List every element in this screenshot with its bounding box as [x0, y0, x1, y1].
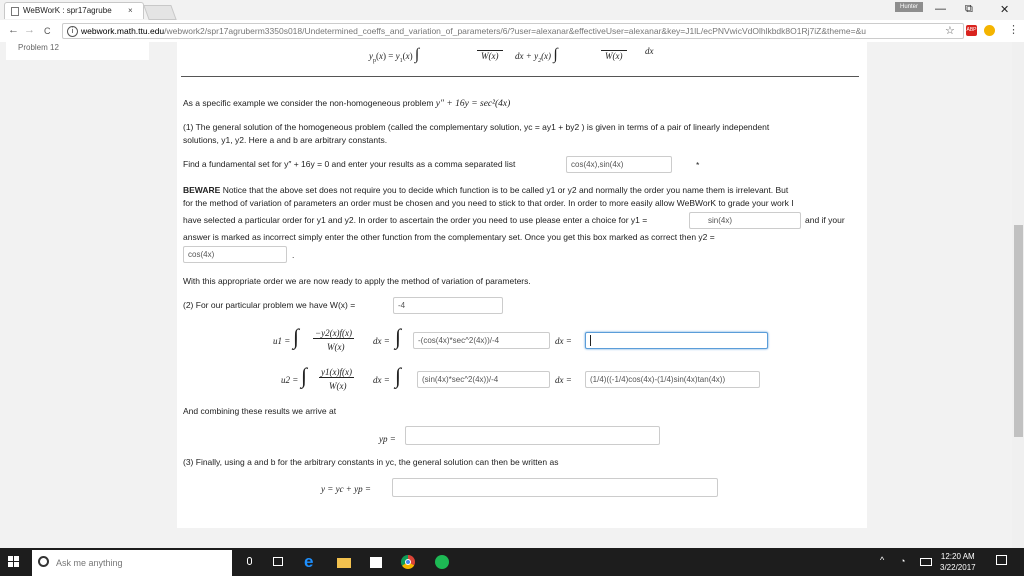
bookmark-star-icon[interactable]: ☆ [945, 24, 955, 37]
period: . [292, 250, 295, 260]
u1-dx-eq2: dx = [555, 336, 572, 346]
intro-prefix: As a specific example we consider the no… [183, 98, 434, 108]
keyboard-icon[interactable] [920, 558, 932, 566]
profile-badge[interactable]: Hunter [895, 2, 923, 12]
general-solution-input[interactable] [392, 478, 718, 497]
sidebar: Problem 12 [6, 42, 149, 60]
yp-label: yp = [379, 434, 396, 444]
reload-icon[interactable]: C [44, 26, 51, 36]
wronskian-input[interactable]: -4 [393, 297, 503, 314]
y2-input[interactable]: cos(4x) [183, 246, 287, 263]
spotify-icon[interactable] [434, 554, 450, 570]
beware-text-1: Notice that the above set does not requi… [222, 185, 789, 195]
clock-date: 3/22/2017 [940, 563, 976, 572]
part1-line2: solutions, y1, y2. Here a and b are arbi… [183, 135, 388, 145]
cortana-icon [38, 556, 49, 567]
intro-text: As a specific example we consider the no… [183, 98, 510, 109]
u1-dx-eq: dx = [373, 336, 390, 346]
formula-dx: dx [645, 46, 654, 56]
integral-sign-3: ∫ [301, 363, 308, 388]
u1-label: u1 = [273, 336, 291, 346]
integral-sign-1: ∫ [293, 324, 300, 349]
u1-integrand-input[interactable]: -(cos(4x)*sec^2(4x))/-4 [413, 332, 550, 349]
yp-input[interactable] [405, 426, 660, 445]
w-denominator-2: W(x) [601, 50, 627, 61]
general-solution-label: y = yc + yp = [321, 484, 371, 494]
u2-label: u2 = [281, 375, 299, 385]
close-button[interactable]: ✕ [1000, 3, 1009, 16]
browser-tab[interactable]: WeBWorK : spr17agrube × [4, 2, 144, 19]
url-text: webwork.math.ttu.edu/webwork2/spr17agrub… [81, 26, 941, 36]
minimize-button[interactable]: — [935, 3, 946, 15]
beware-line2: for the method of variation of parameter… [183, 198, 794, 208]
part2-text: (2) For our particular problem we have W… [183, 300, 356, 310]
clock-time: 12:20 AM [940, 552, 975, 561]
search-placeholder: Ask me anything [56, 558, 123, 568]
extension-icon[interactable] [984, 25, 995, 36]
beware-line4: answer is marked as incorrect simply ent… [183, 232, 715, 242]
new-tab-button[interactable] [143, 5, 177, 20]
url-path: /webwork2/spr17agruberm3350s018/Undeterm… [164, 26, 866, 36]
y1-input[interactable]: sin(4x) [689, 212, 801, 229]
ready-text: With this appropriate order we are now r… [183, 276, 531, 286]
back-icon[interactable]: ← [8, 24, 19, 36]
part3-text: (3) Finally, using a and b for the arbit… [183, 457, 559, 467]
u1-result-input[interactable] [585, 332, 768, 349]
info-icon[interactable]: i [67, 26, 78, 37]
browser-menu-icon[interactable]: ⋮ [1008, 23, 1019, 36]
answer-mark: * [696, 160, 700, 170]
u2-dx-eq: dx = [373, 375, 390, 385]
u2-integrand-input[interactable]: (sin(4x)*sec^2(4x))/-4 [417, 371, 550, 388]
microphone-icon[interactable] [242, 554, 258, 570]
edge-browser-icon[interactable]: e [304, 553, 320, 570]
u1-numerator: −y2(x)f(x) [313, 328, 355, 339]
chrome-icon[interactable] [400, 554, 416, 570]
divider [181, 76, 859, 77]
integral-sign-2: ∫ [395, 324, 402, 349]
u2-numerator: y1(x)f(x) [319, 367, 354, 378]
u2-dx-eq2: dx = [555, 375, 572, 385]
integral-sign-4: ∫ [395, 363, 402, 388]
windows-start-icon[interactable] [8, 556, 20, 568]
scrollbar-thumb[interactable] [1014, 225, 1023, 437]
w-denominator-1: W(x) [477, 50, 503, 61]
beware-line3b: and if your [805, 215, 845, 225]
particular-formula: yp(x) = y1(x) ∫ [369, 46, 420, 64]
u2-result-input[interactable]: (1/4)((-1/4)cos(4x)-(1/4)sin(4x)tan(4x)) [585, 371, 760, 388]
u2-denominator: W(x) [329, 381, 347, 391]
u1-denominator: W(x) [327, 342, 345, 352]
forward-icon[interactable]: → [24, 24, 35, 36]
beware-line1: BEWARE Notice that the above set does no… [183, 185, 788, 195]
taskbar-search-input[interactable]: Ask me anything [32, 550, 232, 576]
sidebar-item-problem-12[interactable]: Problem 12 [18, 43, 59, 52]
formula-middle: dx + y2(x) ∫ [515, 46, 558, 64]
system-clock[interactable]: 12:20 AM 3/22/2017 [940, 551, 976, 573]
maximize-button[interactable]: ⧉ [965, 3, 973, 16]
address-bar[interactable]: i webwork.math.ttu.edu/webwork2/spr17agr… [62, 23, 964, 39]
wifi-icon[interactable]: ◔ [900, 556, 905, 566]
fundamental-set-prompt: Find a fundamental set for y″ + 16y = 0 … [183, 159, 516, 169]
adblock-icon[interactable]: ABP [966, 25, 977, 36]
notification-icon[interactable] [996, 555, 1007, 565]
url-domain: webwork.math.ttu.edu [81, 26, 165, 36]
problem-content: yp(x) = y1(x) ∫ W(x) dx + y2(x) ∫ W(x) d… [177, 42, 867, 528]
tab-close-icon[interactable]: × [128, 6, 133, 15]
file-explorer-icon[interactable] [336, 554, 352, 570]
beware-label: BEWARE [183, 185, 221, 195]
store-icon[interactable] [368, 554, 384, 570]
part1-line1: (1) The general solution of the homogene… [183, 122, 770, 132]
combine-text: And combining these results we arrive at [183, 406, 337, 416]
beware-line3: have selected a particular order for y1 … [183, 215, 648, 225]
tray-chevron-icon[interactable]: ^ [880, 555, 884, 565]
text-cursor [590, 335, 591, 346]
page-icon [11, 7, 19, 16]
task-view-icon[interactable] [270, 554, 286, 570]
intro-equation: y″ + 16y = sec²(4x) [435, 99, 511, 109]
tab-title: WeBWorK : spr17agrube [23, 6, 112, 15]
fundamental-set-input[interactable]: cos(4x),sin(4x) [566, 156, 672, 173]
